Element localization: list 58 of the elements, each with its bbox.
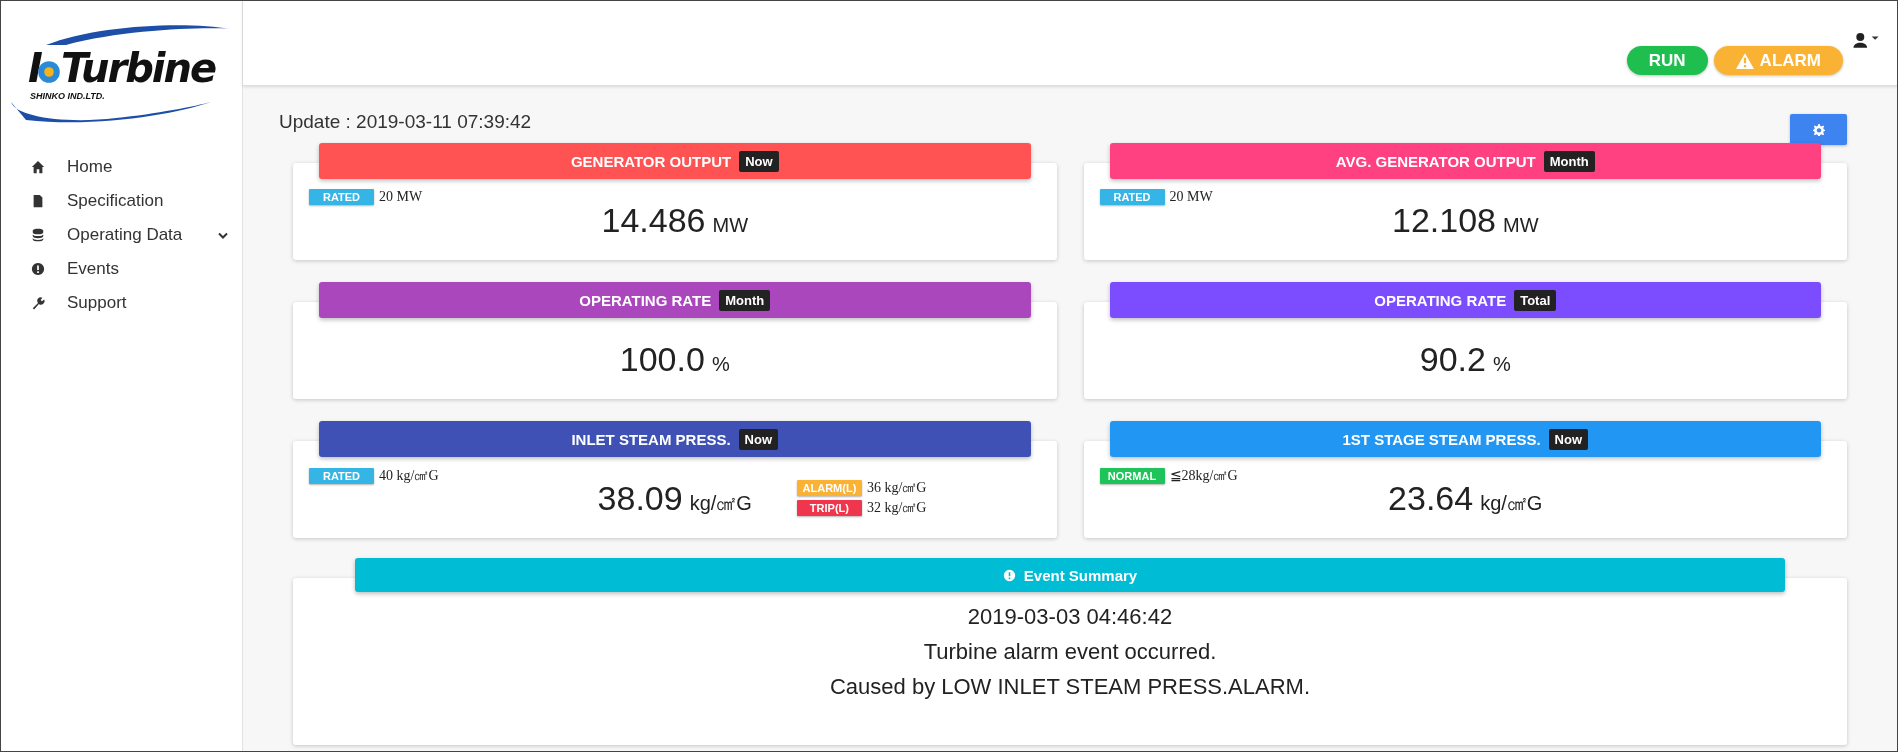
- metric-value: 12.108: [1391, 201, 1496, 240]
- metric-value: 100.0: [619, 340, 705, 379]
- gear-icon: [1812, 123, 1825, 136]
- metric-unit: MW: [1502, 214, 1539, 237]
- sidebar-item[interactable]: Events: [1, 252, 242, 286]
- update-time: Update : 2019-03-11 07:39:42: [279, 110, 532, 133]
- tag-value: 20 MW: [379, 189, 423, 205]
- period-badge: Now: [1548, 428, 1588, 450]
- limit-label: ALARM(L): [796, 480, 862, 496]
- metric-unit: MW: [712, 214, 748, 237]
- sidebar-item[interactable]: Home: [1, 150, 242, 184]
- metric-value: 90.2: [1419, 340, 1486, 379]
- event-text: 2019-03-03 04:46:42: [967, 604, 1173, 630]
- period-badge: Month: [1543, 150, 1595, 172]
- exclamation-icon: [31, 262, 45, 276]
- period-badge: Now: [739, 150, 779, 172]
- metric-unit: kg/㎠G: [689, 491, 752, 516]
- period-badge: Month: [719, 289, 771, 311]
- card-title: AVG. GENERATOR OUTPUT: [1335, 152, 1536, 170]
- tag-label: RATED: [309, 189, 374, 205]
- sidebar-item[interactable]: Support: [1, 286, 242, 320]
- home-icon: [31, 160, 45, 174]
- document-icon: [31, 194, 45, 208]
- metric-unit: kg/㎠G: [1480, 491, 1543, 516]
- limit-label: TRIP(L): [796, 500, 862, 516]
- tag-value: 20 MW: [1169, 189, 1213, 205]
- limit-value: 36 kg/㎠G: [866, 479, 927, 497]
- status-badge: RUN: [1626, 46, 1708, 75]
- tag-value: ≦28kg/㎠G: [1169, 467, 1238, 485]
- settings-button[interactable]: [1790, 114, 1847, 145]
- sidebar-item[interactable]: Specification: [1, 184, 242, 218]
- card-title: GENERATOR OUTPUT: [570, 152, 732, 170]
- card-title: OPERATING RATE: [579, 291, 712, 309]
- tag-label: RATED: [1099, 189, 1165, 205]
- tag-value: 40 kg/㎠G: [379, 467, 439, 485]
- metric-value: 23.64: [1388, 479, 1474, 518]
- card-title: OPERATING RATE: [1374, 291, 1507, 309]
- period-badge: Total: [1514, 289, 1557, 311]
- exclamation-icon: [1002, 568, 1016, 582]
- period-badge: Now: [738, 428, 779, 450]
- event-text: Caused by LOW INLET STEAM PRESS.ALARM.: [829, 674, 1311, 700]
- event-text: Turbine alarm event occurred.: [923, 639, 1217, 665]
- metric-value: 38.09: [597, 479, 683, 518]
- database-icon: [31, 228, 45, 242]
- tag-label: RATED: [309, 468, 374, 484]
- wrench-icon: [31, 296, 45, 310]
- user-menu[interactable]: [1853, 33, 1879, 51]
- card-title: 1ST STAGE STEAM PRESS.: [1342, 430, 1541, 448]
- logo: I Turbine SHINKO IND.LTD.: [6, 23, 236, 124]
- tag-label: NORMAL: [1099, 468, 1165, 484]
- sidebar-item[interactable]: Operating Data: [1, 218, 242, 252]
- metric-unit: %: [1492, 353, 1511, 376]
- card-title: INLET STEAM PRESS.: [571, 430, 731, 448]
- metric-unit: %: [711, 353, 730, 376]
- status-badge: ALARM: [1713, 46, 1843, 75]
- card-title: Event Summary: [1023, 566, 1138, 584]
- limit-value: 32 kg/㎠G: [866, 499, 927, 517]
- metric-value: 14.486: [601, 201, 706, 240]
